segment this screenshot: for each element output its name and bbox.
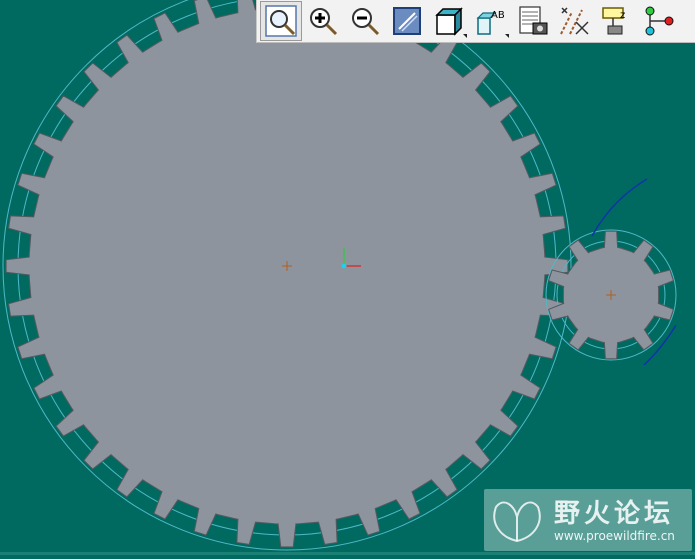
datum-axes-icon	[560, 7, 589, 35]
zoom-fit-button[interactable]	[260, 1, 302, 41]
view-toolbar: AB z	[256, 0, 695, 43]
repaint-button[interactable]	[386, 1, 428, 41]
model-tree-button[interactable]	[638, 1, 680, 41]
zoom-fit-icon	[265, 5, 297, 37]
gear-scene[interactable]	[0, 0, 695, 555]
tree-nodes-icon	[645, 6, 674, 36]
layer-settings-button[interactable]: z	[596, 1, 638, 41]
zoom-in-icon	[310, 8, 338, 36]
dropdown-arrow-icon	[463, 34, 467, 38]
zoom-out-button[interactable]	[344, 1, 386, 41]
triad-origin	[341, 263, 347, 269]
dropdown-arrow-icon	[505, 34, 509, 38]
view-manager-icon	[519, 6, 548, 35]
watermark-url: www.proewildfire.cn	[554, 529, 675, 543]
svg-text:AB: AB	[491, 10, 505, 21]
zoom-in-button[interactable]	[302, 1, 344, 41]
watermark-title: 野火论坛	[554, 499, 675, 529]
layers-icon: z	[602, 7, 625, 35]
display-style-button[interactable]	[428, 1, 470, 41]
repaint-icon	[393, 7, 421, 35]
svg-text:z: z	[620, 10, 625, 21]
zoom-out-icon	[352, 8, 380, 36]
named-view-icon: AB	[476, 10, 505, 35]
sketch-curve-upper	[591, 178, 648, 237]
shaded-box-icon	[435, 7, 463, 36]
saved-views-button[interactable]: AB	[470, 1, 512, 41]
datum-display-button[interactable]	[554, 1, 596, 41]
view-manager-button[interactable]	[512, 1, 554, 41]
model-viewport[interactable]	[0, 0, 695, 555]
forum-watermark: 野火论坛 www.proewildfire.cn	[484, 489, 692, 551]
butterfly-logo-icon	[493, 501, 541, 543]
